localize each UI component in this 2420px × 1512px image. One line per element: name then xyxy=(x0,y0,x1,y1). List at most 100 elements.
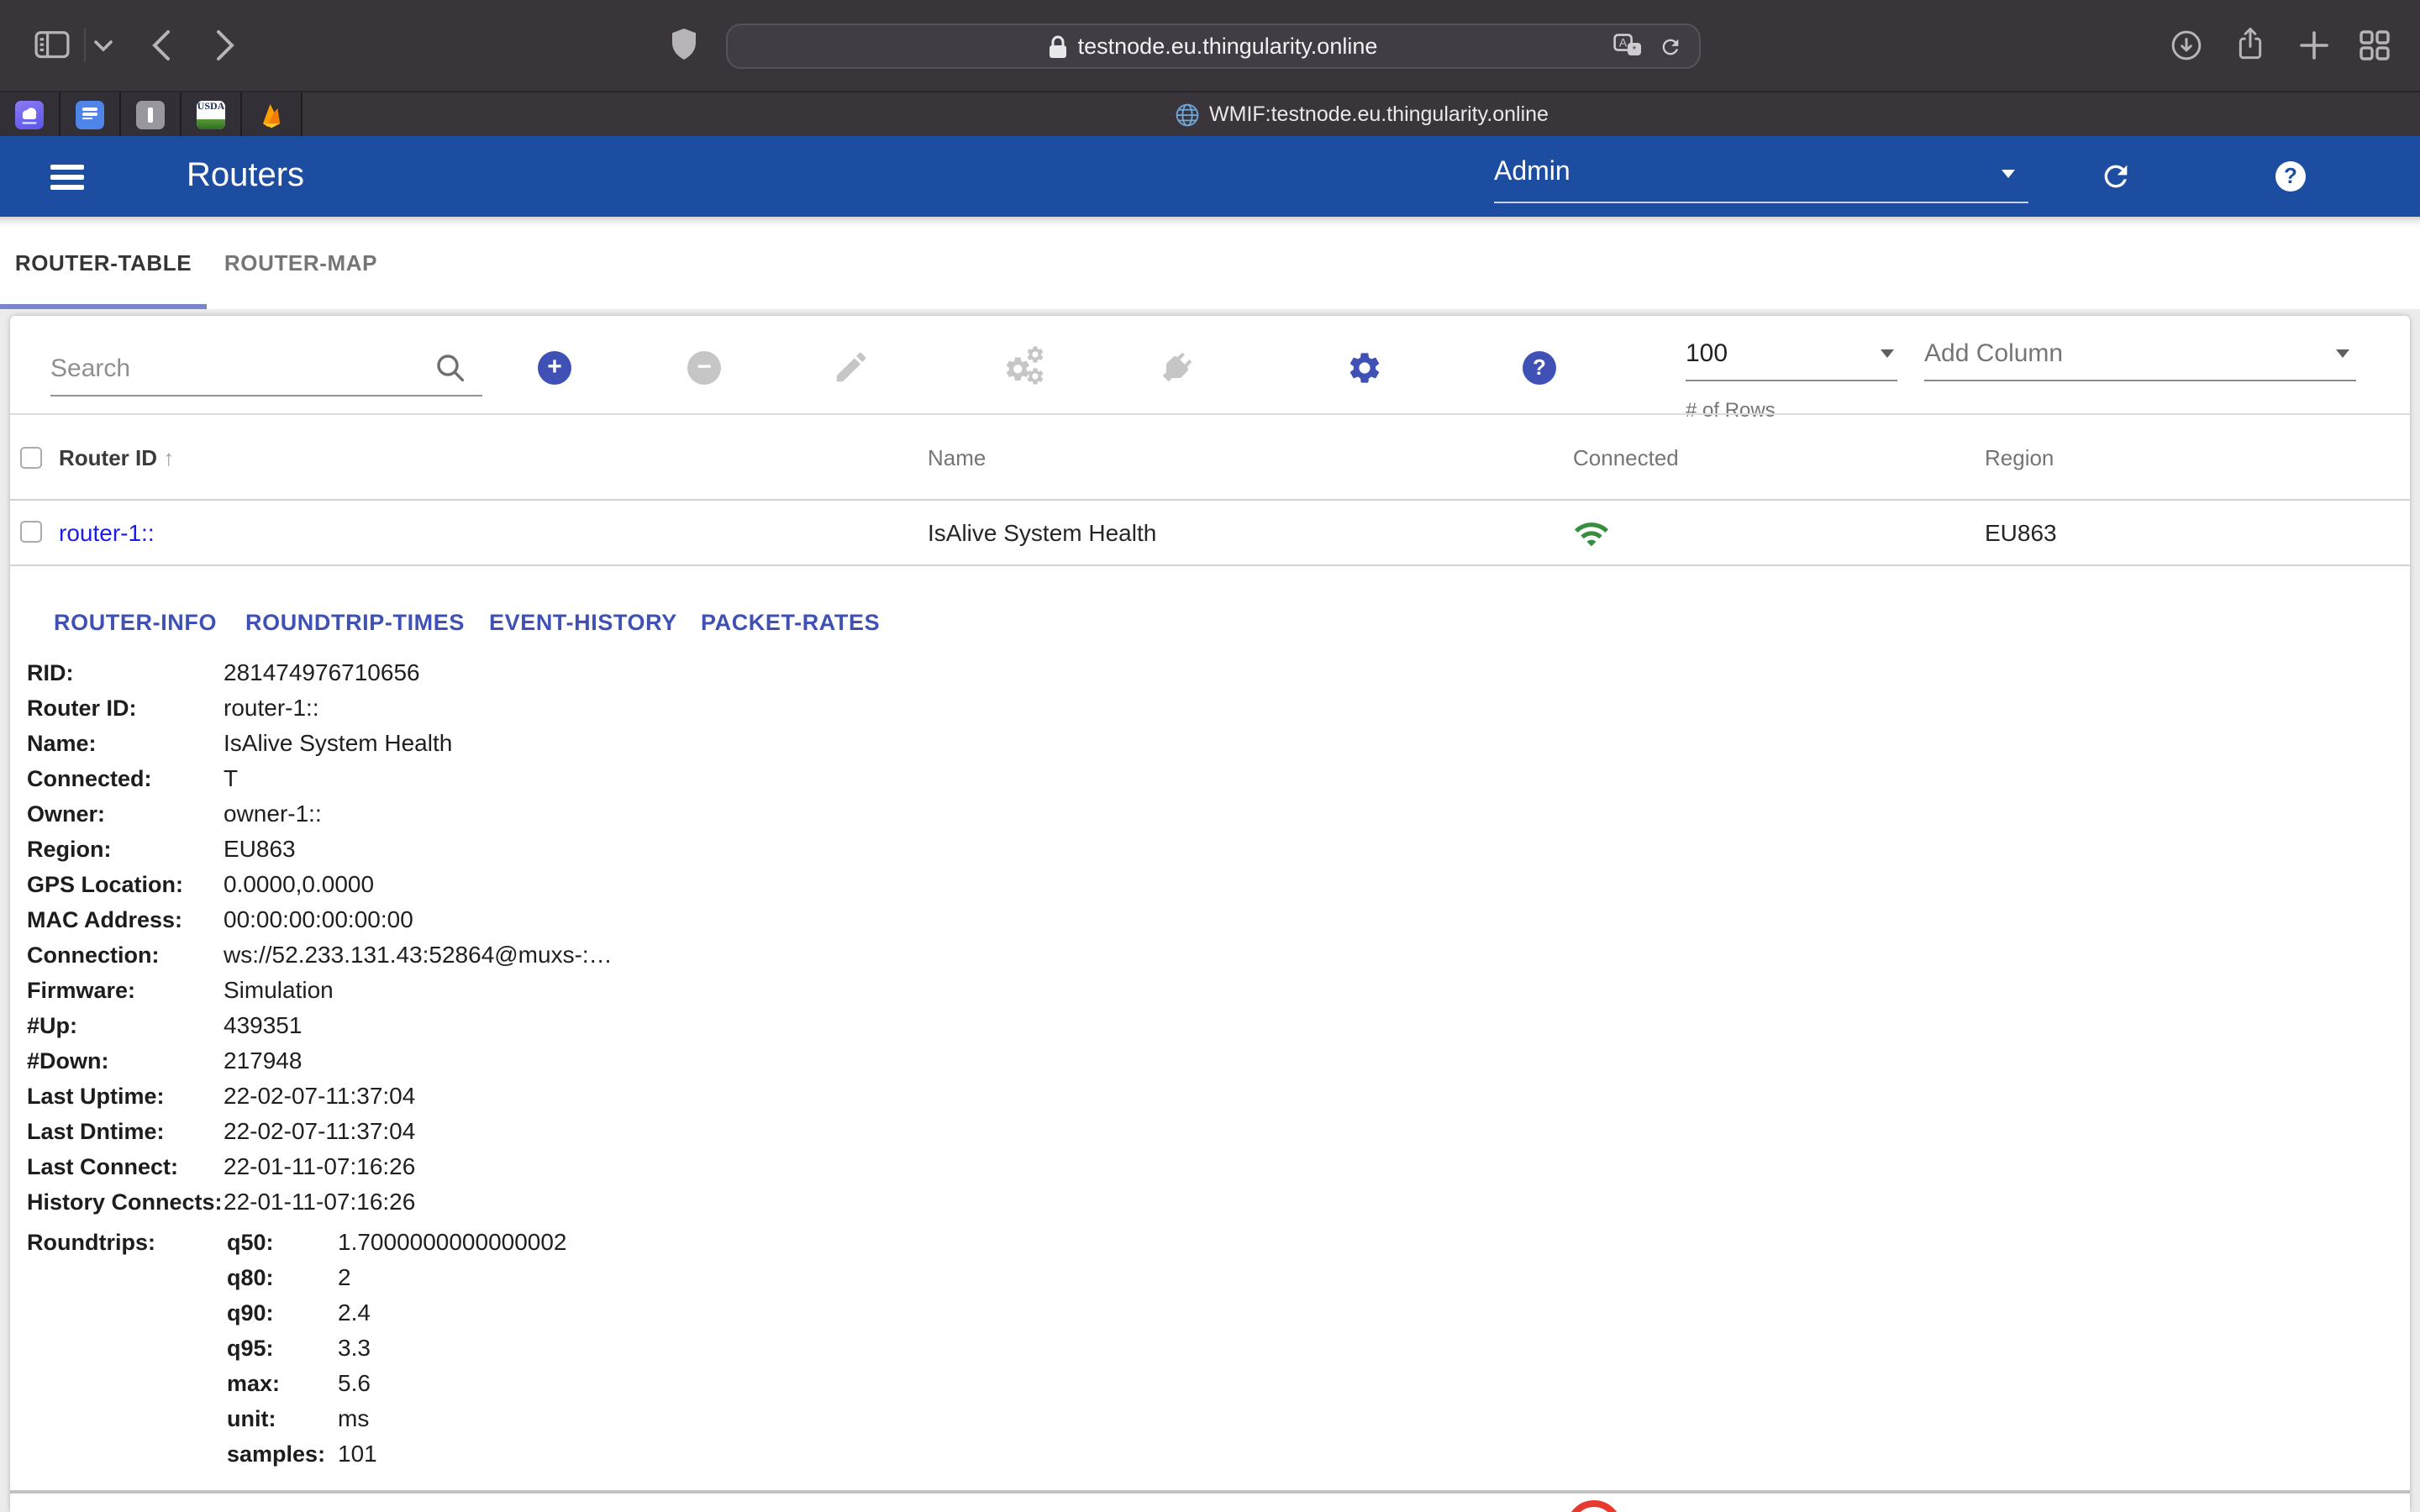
translate-icon[interactable]: A * xyxy=(1613,34,1642,59)
router-name-cell: IsAlive System Health xyxy=(928,519,1156,546)
forward-icon[interactable] xyxy=(215,29,235,62)
stat-label: q50: xyxy=(227,1225,274,1260)
detail-field-row: #Down: 217948 xyxy=(10,1043,2410,1079)
manage-gears-icon[interactable] xyxy=(1003,344,1050,391)
column-header-region[interactable]: Region xyxy=(1985,445,2054,470)
column-header-router-id[interactable]: Router ID ↑ xyxy=(59,445,174,470)
downloads-icon[interactable] xyxy=(2170,29,2203,62)
field-value: 22-02-07-11:37:04 xyxy=(224,1114,415,1149)
chevron-down-icon xyxy=(2002,170,2015,178)
sidebar-icon[interactable] xyxy=(34,30,71,60)
user-role-select[interactable]: Admin xyxy=(1494,153,2028,203)
stat-label: unit: xyxy=(227,1401,276,1436)
add-column-select[interactable]: Add Column xyxy=(1924,316,2356,417)
edit-icon[interactable] xyxy=(832,348,871,386)
svg-text:A: A xyxy=(1619,36,1628,50)
firebase-favicon-icon xyxy=(257,100,286,129)
back-icon[interactable] xyxy=(151,29,171,62)
pinned-tab-docs[interactable] xyxy=(60,92,121,136)
tab-title: WMIF:testnode.eu.thingularity.online xyxy=(1209,102,1549,126)
tab-overview-icon[interactable] xyxy=(2360,30,2390,60)
wifi-connected-icon xyxy=(1573,516,1610,549)
column-header-connected[interactable]: Connected xyxy=(1573,445,1679,470)
pinned-tab-firebase[interactable] xyxy=(242,92,302,136)
divider xyxy=(10,413,2410,415)
field-value: 0.0000,0.0000 xyxy=(224,867,374,902)
detail-field-row: Last Uptime: 22-02-07-11:37:04 xyxy=(10,1079,2410,1114)
stat-label: q80: xyxy=(227,1260,274,1295)
sort-ascending-icon: ↑ xyxy=(163,445,174,470)
chevron-down-icon xyxy=(1881,349,1894,358)
chevron-down-icon[interactable] xyxy=(94,40,113,52)
refresh-icon[interactable] xyxy=(2099,160,2133,193)
field-label: Connected: xyxy=(27,761,152,796)
stat-value: 2 xyxy=(338,1260,351,1295)
select-underline xyxy=(1494,202,2028,203)
rid-link[interactable]: 281474976710656 xyxy=(224,655,420,690)
connect-plug-icon[interactable] xyxy=(1156,348,1197,388)
roundtrips-row: unit: ms xyxy=(10,1401,2410,1436)
router-id-link[interactable]: router-1:: xyxy=(224,690,319,726)
menu-icon[interactable] xyxy=(50,165,84,196)
field-label: Last Connect: xyxy=(27,1149,178,1184)
roundtrips-row: q90: 2.4 xyxy=(10,1295,2410,1331)
pinned-tab-usda[interactable]: USDA xyxy=(182,92,242,136)
add-button[interactable]: + xyxy=(538,351,571,385)
tab-router-info[interactable]: ROUTER-INFO xyxy=(54,610,217,635)
pinned-tab-info[interactable] xyxy=(121,92,182,136)
stat-value: 1.7000000000000002 xyxy=(338,1225,567,1260)
tab-router-table[interactable]: ROUTER-TABLE xyxy=(0,217,207,309)
roundtrips-row: samples: 101 xyxy=(10,1436,2410,1472)
tab-strip: USDA WMIF:testnode.eu.thingularity.onlin… xyxy=(0,91,2420,136)
lock-icon xyxy=(1050,34,1068,58)
column-header-name[interactable]: Name xyxy=(928,445,986,470)
field-value: 22-01-11-07:16:26 xyxy=(224,1184,415,1220)
table-help-icon[interactable]: ? xyxy=(1523,351,1556,385)
cloud-favicon-icon xyxy=(15,100,44,129)
stat-value: ms xyxy=(338,1401,369,1436)
disconnected-alert-icon xyxy=(1566,1500,1622,1512)
row-checkbox[interactable] xyxy=(20,521,42,543)
user-role-value: Admin xyxy=(1494,158,1570,188)
settings-gear-icon[interactable] xyxy=(1346,349,1383,386)
info-favicon-icon xyxy=(136,100,165,129)
stat-value: 3.3 xyxy=(338,1331,371,1366)
new-tab-icon[interactable] xyxy=(2299,30,2329,60)
address-bar[interactable]: testnode.eu.thingularity.online A * xyxy=(726,24,1701,69)
detail-field-row: GPS Location: 0.0000,0.0000 xyxy=(10,867,2410,902)
help-icon[interactable]: ? xyxy=(2275,161,2306,192)
shield-icon[interactable] xyxy=(672,29,696,60)
rows-value: 100 xyxy=(1686,339,1728,368)
tab-event-history[interactable]: EVENT-HISTORY xyxy=(489,610,677,635)
active-tab[interactable]: WMIF:testnode.eu.thingularity.online xyxy=(302,92,2420,136)
field-value: ws://52.233.131.43:52864@muxs-:… xyxy=(224,937,613,973)
select-all-checkbox[interactable] xyxy=(20,447,42,469)
field-label: #Up: xyxy=(27,1008,77,1043)
rows-caption: # of Rows xyxy=(1686,398,1776,422)
detail-field-row: Name: IsAlive System Health xyxy=(10,726,2410,761)
remove-button[interactable]: − xyxy=(687,351,721,385)
stat-label: samples: xyxy=(227,1436,325,1472)
select-underline xyxy=(1686,380,1897,381)
tab-roundtrip-times[interactable]: ROUNDTRIP-TIMES xyxy=(245,610,465,635)
field-label: #Down: xyxy=(27,1043,109,1079)
reload-icon[interactable] xyxy=(1659,34,1682,58)
divider xyxy=(10,1490,2410,1494)
tab-router-map[interactable]: ROUTER-MAP xyxy=(207,217,395,309)
tab-packet-rates[interactable]: PACKET-RATES xyxy=(701,610,880,635)
field-label: MAC Address: xyxy=(27,902,182,937)
rows-select[interactable]: 100 # of Rows xyxy=(1686,316,1897,417)
safari-window: testnode.eu.thingularity.online A * xyxy=(0,0,2420,1512)
search-input[interactable] xyxy=(50,343,482,396)
divider xyxy=(10,499,2410,501)
divider xyxy=(10,564,2410,566)
share-icon[interactable] xyxy=(2233,25,2267,62)
pinned-tab-cloud[interactable] xyxy=(0,92,60,136)
detail-field-row: Owner: owner-1:: xyxy=(10,796,2410,832)
detail-field-row: RID: 281474976710656 xyxy=(10,655,2410,690)
field-label: Router ID: xyxy=(27,690,137,726)
column-label: Region xyxy=(1985,445,2054,470)
router-id-link[interactable]: router-1:: xyxy=(59,519,155,546)
region-cell: EU863 xyxy=(1985,519,2057,546)
detail-field-row: Router ID: router-1:: xyxy=(10,690,2410,726)
